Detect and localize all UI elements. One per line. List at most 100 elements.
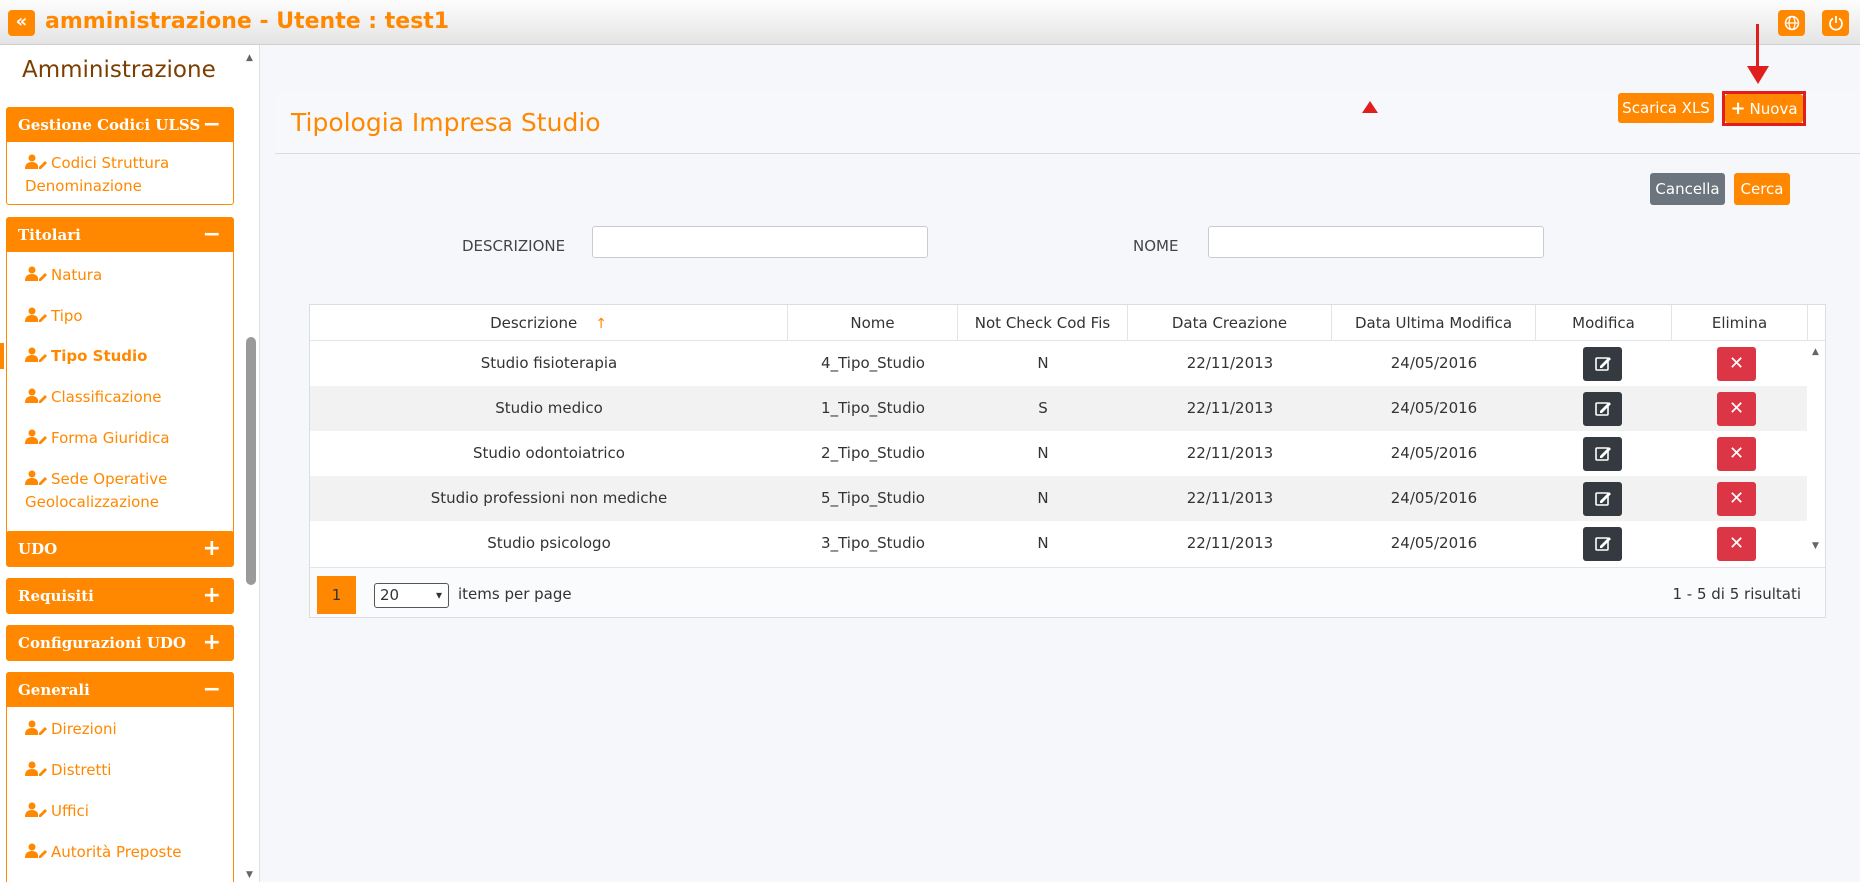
globe-icon[interactable]: [1778, 10, 1805, 36]
collapse-icon[interactable]: −: [203, 673, 221, 707]
table-row[interactable]: Studio fisioterapia 4_Tipo_Studio N 22/1…: [310, 341, 1807, 386]
edit-button[interactable]: [1583, 437, 1622, 471]
table-row[interactable]: Studio odontoiatrico 2_Tipo_Studio N 22/…: [310, 431, 1807, 476]
cell-descrizione: Studio medico: [495, 399, 603, 417]
nome-input[interactable]: [1208, 226, 1544, 258]
delete-button[interactable]: ✕: [1717, 482, 1756, 516]
annotation-arrow-icon: [1747, 66, 1769, 84]
panel-label: Gestione Codici ULSS: [18, 116, 201, 134]
sidebar-item-sede-operative[interactable]: Sede Operative Geolocalizzazione: [7, 468, 227, 514]
column-header-data-ultima-modifica[interactable]: Data Ultima Modifica: [1332, 305, 1536, 341]
cell-data-creazione: 22/11/2013: [1186, 444, 1274, 462]
panel-gestione-codici-ulss: Gestione Codici ULSS − Codici Struttura …: [6, 107, 234, 205]
panel-label: Requisiti: [18, 587, 94, 605]
sidebar: Amministrazione Gestione Codici ULSS − C…: [0, 45, 260, 882]
close-icon: ✕: [1728, 398, 1745, 419]
user-edit-icon: [25, 800, 47, 817]
cell-nome: 2_Tipo_Studio: [821, 444, 925, 462]
expand-icon[interactable]: +: [203, 579, 221, 613]
scroll-down-icon[interactable]: ▼: [1812, 541, 1819, 551]
edit-icon: [1595, 492, 1611, 506]
collapse-menu-button[interactable]: «: [8, 10, 35, 36]
sidebar-heading: Amministrazione: [22, 57, 216, 83]
scrollbar-thumb[interactable]: [246, 337, 256, 585]
cell-data-ultima-modifica: 24/05/2016: [1390, 489, 1478, 507]
panel-header[interactable]: Titolari −: [7, 218, 233, 252]
pagination: 1 20 ▾ items per page 1 - 5 di 5 risulta…: [310, 567, 1825, 617]
edit-button[interactable]: [1583, 392, 1622, 426]
collapse-icon[interactable]: −: [203, 218, 221, 252]
sidebar-item-tipo[interactable]: Tipo: [7, 303, 233, 329]
cell-descrizione: Studio fisioterapia: [480, 354, 618, 372]
cell-data-creazione: 22/11/2013: [1186, 534, 1274, 552]
scroll-up-icon[interactable]: ▲: [1812, 347, 1819, 357]
panel-label: Configurazioni UDO: [18, 634, 186, 652]
sidebar-item-uffici[interactable]: Uffici: [7, 798, 233, 824]
expand-icon[interactable]: +: [203, 626, 221, 660]
column-header-descrizione[interactable]: Descrizione ↑: [310, 305, 788, 341]
close-icon: ✕: [1728, 443, 1745, 464]
sidebar-item-classificazione[interactable]: Classificazione: [7, 384, 233, 410]
search-button[interactable]: Cerca: [1734, 173, 1790, 205]
cell-descrizione: Studio odontoiatrico: [473, 444, 625, 462]
edit-icon: [1595, 357, 1611, 371]
page-button-1[interactable]: 1: [317, 576, 356, 614]
user-edit-icon: [25, 264, 47, 281]
panel-header[interactable]: UDO +: [7, 532, 233, 566]
table-scrollbar[interactable]: ▲ ▼: [1807, 341, 1825, 566]
user-edit-icon: [25, 345, 47, 362]
column-header-not-check[interactable]: Not Check Cod Fis: [958, 305, 1128, 341]
delete-button[interactable]: ✕: [1717, 437, 1756, 471]
sidebar-item-codici-struttura[interactable]: Codici Struttura Denominazione: [7, 142, 233, 198]
scroll-down-icon[interactable]: ▼: [246, 870, 253, 880]
panel-requisiti: Requisiti +: [6, 578, 234, 614]
sidebar-item-forma-giuridica[interactable]: Forma Giuridica: [7, 425, 233, 451]
user-edit-icon: [25, 154, 47, 170]
table-row[interactable]: Studio medico 1_Tipo_Studio S 22/11/2013…: [310, 386, 1807, 431]
descrizione-input[interactable]: [592, 226, 928, 258]
sidebar-item-natura[interactable]: Natura: [7, 262, 233, 288]
cell-descrizione: Studio professioni non mediche: [430, 489, 668, 507]
user-edit-icon: [25, 386, 47, 403]
collapse-icon[interactable]: −: [203, 108, 221, 142]
cell-not-check: N: [1037, 354, 1049, 372]
close-icon: ✕: [1728, 353, 1745, 374]
cancel-button[interactable]: Cancella: [1650, 173, 1725, 205]
panel-label: Generali: [18, 681, 90, 699]
sidebar-item-distretti[interactable]: Distretti: [7, 757, 233, 783]
items-per-page-select[interactable]: 20 ▾: [374, 583, 449, 608]
edit-button[interactable]: [1583, 527, 1622, 561]
panel-header[interactable]: Configurazioni UDO +: [7, 626, 233, 660]
sidebar-item-direzioni[interactable]: Direzioni: [7, 716, 233, 742]
expand-icon[interactable]: +: [203, 532, 221, 566]
page-title: Tipologia Impresa Studio: [291, 108, 601, 137]
column-header-data-creazione[interactable]: Data Creazione: [1128, 305, 1332, 341]
delete-button[interactable]: ✕: [1717, 347, 1756, 381]
cell-data-ultima-modifica: 24/05/2016: [1390, 399, 1478, 417]
table-row[interactable]: Studio psicologo 3_Tipo_Studio N 22/11/2…: [310, 521, 1807, 566]
panel-header[interactable]: Requisiti +: [7, 579, 233, 613]
cell-data-ultima-modifica: 24/05/2016: [1390, 444, 1478, 462]
edit-button[interactable]: [1583, 482, 1622, 516]
column-header-nome[interactable]: Nome: [788, 305, 958, 341]
power-icon[interactable]: [1822, 10, 1849, 36]
scroll-up-icon[interactable]: ▲: [246, 53, 253, 63]
sidebar-item-autorita-preposte[interactable]: Autorità Preposte: [7, 839, 233, 865]
sidebar-scrollbar[interactable]: ▲ ▼: [243, 45, 259, 882]
user-edit-icon: [25, 759, 47, 776]
cell-data-creazione: 22/11/2013: [1186, 354, 1274, 372]
cell-data-ultima-modifica: 24/05/2016: [1390, 354, 1478, 372]
table-row[interactable]: Studio professioni non mediche 5_Tipo_St…: [310, 476, 1807, 521]
close-icon: ✕: [1728, 533, 1745, 554]
delete-button[interactable]: ✕: [1717, 527, 1756, 561]
delete-button[interactable]: ✕: [1717, 392, 1756, 426]
results-info: 1 - 5 di 5 risultati: [1672, 585, 1801, 603]
panel-header[interactable]: Gestione Codici ULSS −: [7, 108, 233, 142]
edit-button[interactable]: [1583, 347, 1622, 381]
cell-not-check: N: [1037, 489, 1049, 507]
edit-icon: [1595, 402, 1611, 416]
sidebar-item-tipo-studio[interactable]: Tipo Studio: [0, 343, 233, 369]
panel-header[interactable]: Generali −: [7, 673, 233, 707]
app-title: amministrazione - Utente : test1: [45, 9, 450, 34]
download-xls-button[interactable]: Scarica XLS: [1618, 93, 1714, 123]
